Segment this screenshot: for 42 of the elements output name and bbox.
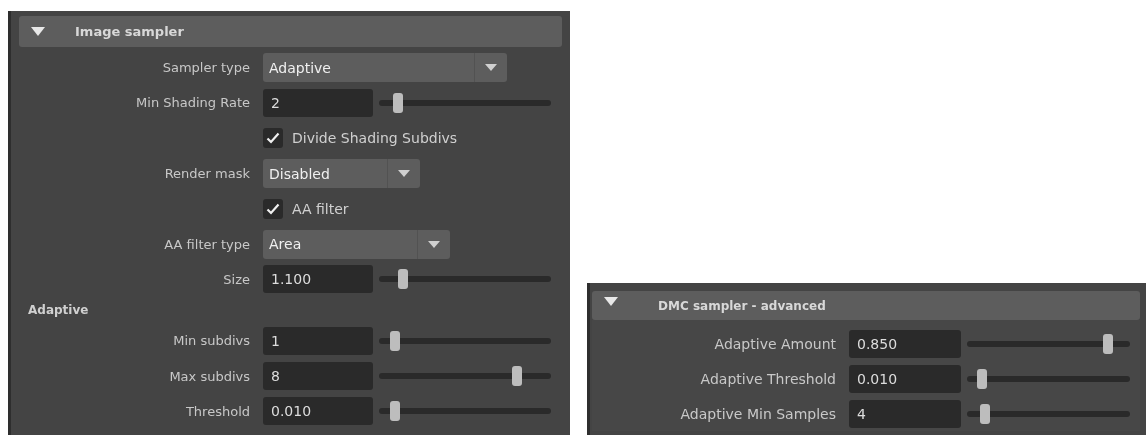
field-label: Render mask [163,166,250,182]
field-label: Min Shading Rate [135,95,250,111]
collapse-triangle-icon [604,296,618,307]
slider-thumb[interactable] [389,401,400,422]
dropdown[interactable]: Disabled [263,159,420,189]
field-label: Min subdivs [172,333,250,349]
field-label: Adaptive Threshold [699,370,836,387]
dropdown[interactable]: Area [263,229,450,259]
field-label: Threshold [184,403,250,419]
field-label: AA filter type [163,236,250,252]
section-header[interactable]: Image sampler [19,16,562,47]
field-label: Adaptive Amount [713,335,836,352]
collapse-triangle-icon [31,26,45,37]
slider-thumb[interactable] [398,269,409,290]
field-label: Sampler type [161,60,250,76]
caret-icon [398,170,410,178]
dropdown[interactable]: Adaptive [263,53,507,83]
slider-thumb[interactable] [1102,333,1113,354]
caret-icon [428,240,440,248]
checkmark-icon [266,132,280,145]
number-field[interactable]: 1.100 [263,265,373,294]
slider-thumb[interactable] [389,330,400,351]
caret-icon [485,64,497,72]
checkbox[interactable]: AA filter [263,198,349,219]
field-label: Size [222,271,250,287]
slider-thumb[interactable] [980,403,991,424]
checkmark-icon [266,202,280,215]
number-field[interactable]: 8 [263,362,373,390]
number-field[interactable]: 2 [263,88,373,117]
number-field[interactable]: 0.010 [263,397,373,426]
field-label: Adaptive Min Samples [679,405,836,422]
slider-thumb[interactable] [511,366,522,386]
number-field[interactable]: 0.010 [849,364,961,393]
checkbox[interactable]: Divide Shading Subdivs [263,128,458,149]
group-label: Adaptive [27,303,89,318]
slider-thumb[interactable] [393,92,404,113]
slider-thumb[interactable] [977,368,988,389]
number-field[interactable]: 0.850 [849,329,961,358]
section-header[interactable]: DMC sampler - advanced [592,291,1140,320]
number-field[interactable]: 4 [849,399,961,428]
number-field[interactable]: 1 [263,326,373,355]
field-label: Max subdivs [168,368,250,384]
